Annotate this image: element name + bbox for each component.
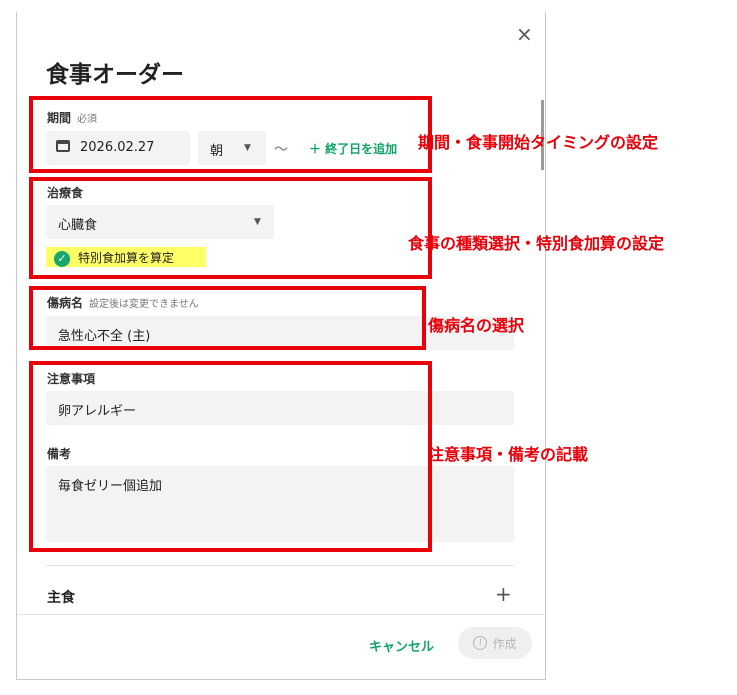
annotation-box-disease bbox=[29, 286, 426, 350]
annotation-disease: 傷病名の選択 bbox=[428, 316, 525, 335]
section-divider bbox=[46, 565, 514, 566]
cancel-button[interactable]: キャンセル bbox=[369, 636, 434, 655]
staple-label: 主食 bbox=[47, 590, 75, 606]
footer-divider bbox=[17, 614, 544, 615]
info-icon: ! bbox=[473, 636, 488, 650]
annotation-diet: 食事の種類選択・特別食加算の設定 bbox=[408, 234, 665, 253]
create-button[interactable]: ! 作成 bbox=[458, 627, 532, 659]
annotation-box-diet bbox=[29, 177, 432, 279]
annotation-period: 期間・食事開始タイミングの設定 bbox=[418, 133, 659, 152]
annotation-box-notes bbox=[29, 361, 432, 552]
dialog-title: 食事オーダー bbox=[46, 62, 184, 88]
annotation-notes: 注意事項・備考の記載 bbox=[428, 445, 589, 464]
close-icon[interactable]: × bbox=[516, 24, 533, 44]
create-label: 作成 bbox=[492, 636, 517, 651]
add-staple-icon[interactable]: + bbox=[495, 582, 512, 606]
annotation-box-period bbox=[29, 96, 432, 173]
